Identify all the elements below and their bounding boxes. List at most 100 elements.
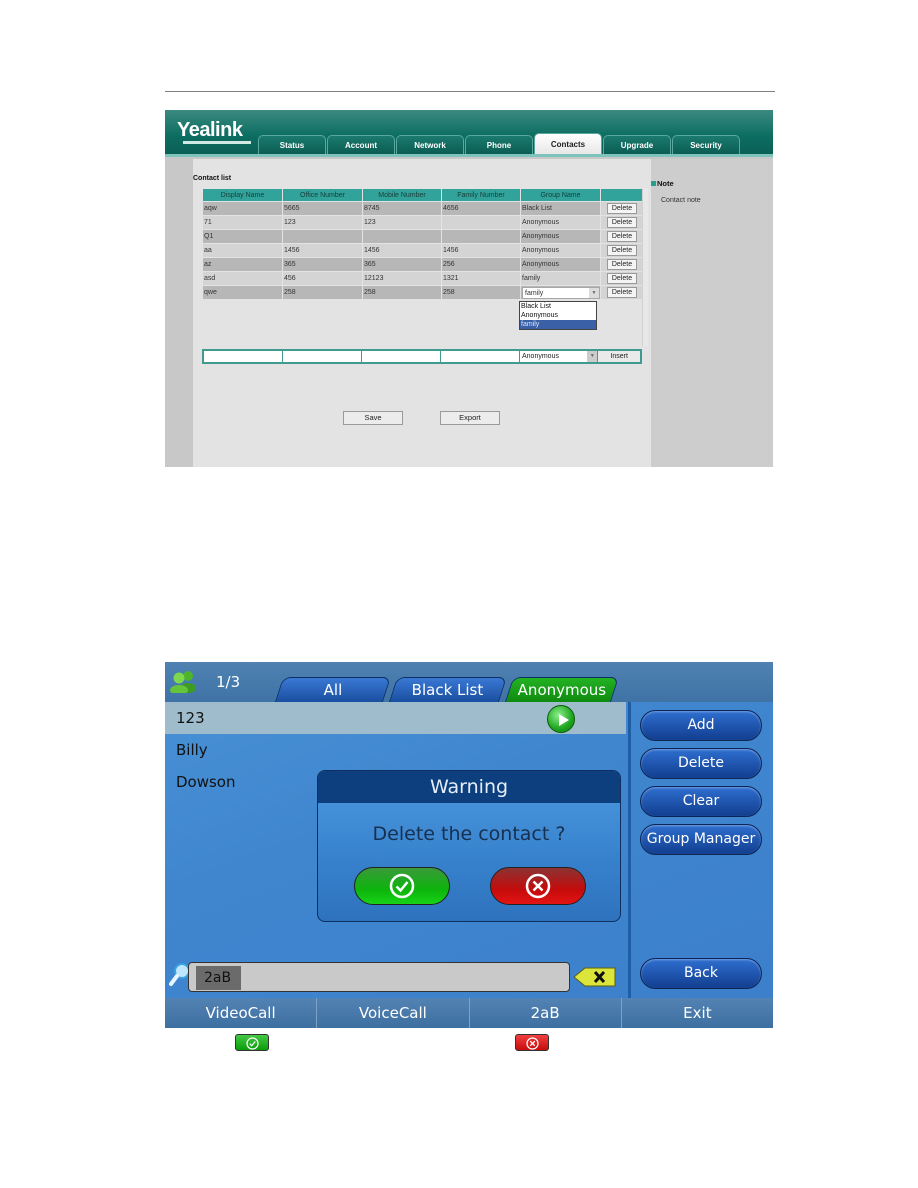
close-icon — [526, 1037, 539, 1050]
table-row: aqw 5665 8745 4656 Black List Delete — [202, 201, 643, 216]
cell-mobile-number: 8745 — [362, 201, 442, 216]
export-button[interactable]: Export — [440, 411, 500, 425]
cell-family-number: 1456 — [441, 243, 521, 258]
delete-button[interactable]: Delete — [607, 259, 637, 270]
dialog-title: Warning — [318, 771, 620, 803]
web-header: Yealink easy VoIP Status Account Network… — [165, 110, 773, 157]
new-display-name-input[interactable] — [204, 351, 282, 362]
add-button[interactable]: Add — [640, 710, 762, 741]
delete-button[interactable]: Delete — [607, 231, 637, 242]
cell-display-name: asd — [202, 271, 283, 286]
nav-tab-security[interactable]: Security — [672, 135, 740, 155]
softkey-videocall[interactable]: VideoCall — [165, 998, 318, 1028]
softkey-voicecall[interactable]: VoiceCall — [317, 998, 470, 1028]
cancel-button[interactable] — [490, 867, 586, 905]
warning-dialog: Warning Delete the contact ? — [317, 770, 621, 922]
yealink-logo: Yealink — [177, 119, 243, 141]
delete-button[interactable]: Delete — [640, 748, 762, 779]
delete-button[interactable]: Delete — [607, 203, 637, 214]
delete-button[interactable]: Delete — [607, 287, 637, 298]
contact-item[interactable]: Billy — [165, 734, 626, 766]
cell-family-number: 258 — [441, 285, 521, 300]
cell-mobile-number: 12123 — [362, 271, 442, 286]
cell-action: Delete — [600, 243, 643, 258]
contact-item[interactable]: 123 — [165, 702, 626, 734]
note-text: Contact note — [661, 197, 701, 204]
contacts-table: Display Name Office Number Mobile Number… — [202, 188, 643, 300]
softkey-bar: VideoCall VoiceCall 2aB Exit — [165, 998, 773, 1028]
new-mobile-number-input[interactable] — [362, 351, 440, 362]
tab-black-list[interactable]: Black List — [388, 677, 508, 702]
cell-display-name: az — [202, 257, 283, 272]
table-row: az 365 365 256 Anonymous Delete — [202, 257, 643, 272]
new-group-select[interactable]: Anonymous ▼ — [520, 351, 598, 362]
cell-office-number: 1456 — [282, 243, 363, 258]
cell-office-number: 5665 — [282, 201, 363, 216]
main-nav: Status Account Network Phone Contacts Up… — [258, 133, 741, 155]
contact-list-title: Contact list — [193, 175, 232, 182]
cell-group-name: Anonymous — [520, 257, 601, 272]
nav-tab-upgrade[interactable]: Upgrade — [603, 135, 671, 155]
nav-tab-account[interactable]: Account — [327, 135, 395, 155]
search-input[interactable]: 2aB — [188, 962, 570, 992]
cell-family-number: 1321 — [441, 271, 521, 286]
note-title-text: Note — [657, 179, 674, 188]
softkey-input-mode[interactable]: 2aB — [470, 998, 622, 1028]
cell-action: Delete — [600, 257, 643, 272]
table-row: aa 1456 1456 1456 Anonymous Delete — [202, 243, 643, 258]
inline-confirm-icon — [235, 1034, 269, 1051]
cell-group-name: Anonymous — [520, 243, 601, 258]
delete-button[interactable]: Delete — [607, 273, 637, 284]
dropdown-option-black-list[interactable]: Black List — [520, 302, 596, 311]
insert-button[interactable]: Insert — [598, 351, 640, 362]
tab-all-label: All — [323, 681, 342, 699]
new-office-number-input[interactable] — [283, 351, 361, 362]
play-icon[interactable] — [547, 705, 575, 733]
cell-office-number: 456 — [282, 271, 363, 286]
delete-button[interactable]: Delete — [607, 245, 637, 256]
back-button[interactable]: Back — [640, 958, 762, 989]
cell-action: Delete — [600, 285, 643, 300]
table-scrollbar[interactable] — [642, 188, 648, 346]
clear-button[interactable]: Clear — [640, 786, 762, 817]
col-mobile-number: Mobile Number — [362, 188, 442, 202]
nav-tab-network[interactable]: Network — [396, 135, 464, 155]
confirm-button[interactable] — [354, 867, 450, 905]
header-stripe — [165, 154, 773, 157]
page-indicator: 1/3 — [216, 673, 241, 691]
softkey-exit[interactable]: Exit — [622, 998, 773, 1028]
cell-office-number — [282, 229, 363, 244]
cell-office-number: 123 — [282, 215, 363, 230]
group-manager-button[interactable]: Group Manager — [640, 824, 762, 855]
backspace-icon[interactable] — [573, 967, 617, 987]
dropdown-option-family[interactable]: family — [520, 320, 596, 329]
save-button[interactable]: Save — [343, 411, 403, 425]
inline-cancel-icon — [515, 1034, 549, 1051]
cell-display-name: qwe — [202, 285, 283, 300]
nav-tab-status[interactable]: Status — [258, 135, 326, 155]
delete-button[interactable]: Delete — [607, 217, 637, 228]
search-value: 2aB — [196, 966, 241, 990]
close-icon — [525, 873, 551, 899]
insert-contact-row: Anonymous ▼ Insert — [202, 349, 642, 364]
cell-family-number: 256 — [441, 257, 521, 272]
table-row: 71 123 123 Anonymous Delete — [202, 215, 643, 230]
new-family-number-input[interactable] — [441, 351, 519, 362]
note-title: Note — [651, 179, 674, 188]
new-group-value: Anonymous — [522, 353, 559, 360]
cell-display-name: 71 — [202, 215, 283, 230]
dropdown-option-anonymous[interactable]: Anonymous — [520, 311, 596, 320]
col-action — [600, 188, 643, 202]
check-icon — [246, 1037, 259, 1050]
tab-all[interactable]: All — [274, 677, 392, 702]
nav-tab-contacts[interactable]: Contacts — [534, 133, 602, 155]
tab-anonymous[interactable]: Anonymous — [504, 677, 620, 702]
phone-contacts-screen: 1/3 All Black List Anonymous 123 Billy D… — [165, 662, 773, 1028]
nav-tab-phone[interactable]: Phone — [465, 135, 533, 155]
cell-display-name: Q1 — [202, 229, 283, 244]
contacts-group-icon — [170, 671, 196, 693]
dialog-message: Delete the contact ? — [372, 823, 566, 845]
cell-group-name: family — [520, 271, 601, 286]
group-select[interactable]: family ▼ — [522, 286, 600, 299]
tab-anonymous-label: Anonymous — [517, 681, 606, 699]
